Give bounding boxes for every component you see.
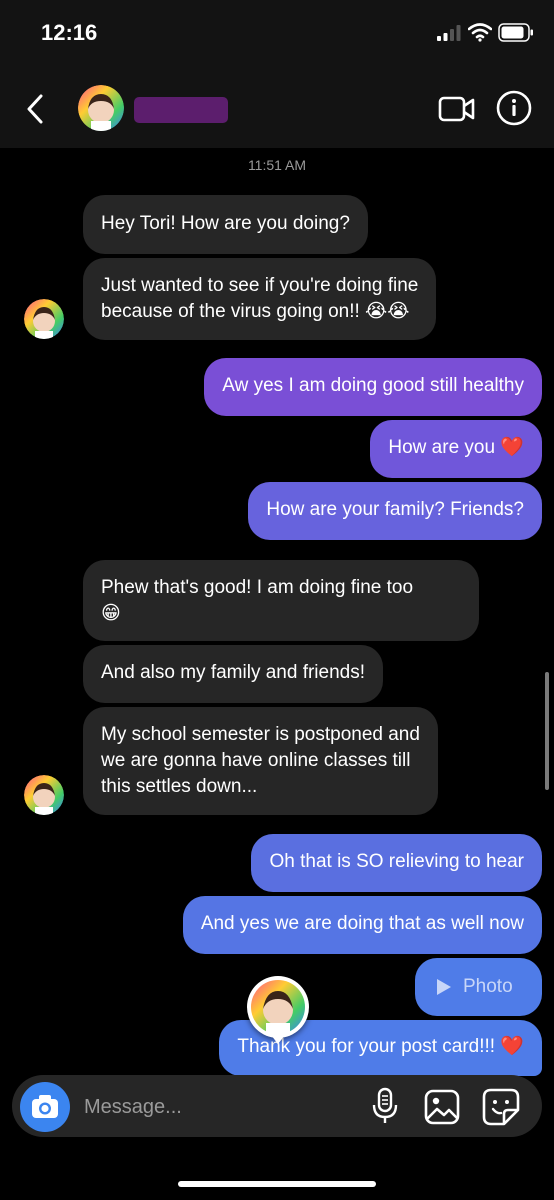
message-text-line: My school semester is postponed and	[101, 724, 420, 745]
avatar-image	[78, 85, 124, 131]
wifi-icon	[468, 23, 492, 42]
message-text: How are you ❤️	[388, 437, 524, 458]
microphone-icon[interactable]	[372, 1087, 398, 1125]
message-text: Hey Tori! How are you doing?	[101, 213, 350, 234]
outgoing-message-bubble[interactable]: How are you ❤️	[370, 420, 542, 478]
photo-label: Photo	[463, 976, 513, 997]
gallery-icon[interactable]	[424, 1089, 460, 1125]
outgoing-message-bubble[interactable]: And yes we are doing that as well now	[182, 896, 542, 954]
message-text: And also my family and friends!	[101, 662, 366, 683]
avatar-image	[251, 980, 305, 1034]
incoming-message-bubble[interactable]: Hey Tori! How are you doing?	[83, 195, 368, 254]
incoming-message-bubble[interactable]: Just wanted to see if you're doing fine …	[83, 258, 437, 340]
outgoing-message-bubble[interactable]: How are your family? Friends?	[248, 482, 542, 540]
sender-avatar[interactable]	[24, 299, 64, 339]
photo-message-bubble[interactable]: Photo	[415, 958, 542, 1016]
seen-avatar	[247, 976, 309, 1044]
message-text: Oh that is SO relieving to hear	[269, 851, 524, 872]
message-text-line: 😁	[101, 603, 121, 624]
camera-button[interactable]	[20, 1082, 70, 1132]
camera-icon	[32, 1095, 58, 1118]
message-text-line: Phew that's good! I am doing fine too	[101, 577, 414, 598]
avatar-image	[24, 299, 64, 339]
outgoing-message-bubble[interactable]: Oh that is SO relieving to hear	[251, 834, 542, 892]
contact-avatar[interactable]	[78, 85, 124, 131]
message-text: Aw yes I am doing good still healthy	[222, 375, 524, 396]
message-input[interactable]	[82, 1083, 356, 1131]
battery-icon	[498, 23, 533, 42]
outgoing-message-bubble[interactable]: Aw yes I am doing good still healthy	[204, 358, 542, 416]
scrollbar[interactable]	[545, 672, 549, 790]
message-text-line: we are gonna have online classes till	[101, 750, 411, 771]
back-arrow-icon[interactable]	[22, 92, 50, 126]
chat-timestamp: 11:51 AM	[247, 157, 307, 173]
video-call-icon[interactable]	[438, 94, 476, 124]
message-text-line: because of the virus going on!! 😭😭	[101, 301, 410, 322]
incoming-message-bubble[interactable]: Phew that's good! I am doing fine too 😁	[83, 560, 479, 641]
message-text: And yes we are doing that as well now	[200, 913, 524, 934]
cellular-signal-icon	[437, 25, 461, 41]
incoming-message-bubble[interactable]: And also my family and friends!	[83, 645, 384, 703]
message-text-line: Just wanted to see if you're doing fine	[101, 275, 419, 296]
avatar-image	[24, 775, 64, 815]
contact-name-redacted[interactable]	[134, 97, 228, 123]
incoming-message-bubble[interactable]: My school semester is postponed and we a…	[83, 707, 438, 815]
play-icon	[437, 979, 451, 995]
chat-header	[0, 70, 554, 148]
message-text-line: this settles down...	[101, 776, 258, 797]
message-text: How are your family? Friends?	[266, 499, 524, 520]
sticker-icon[interactable]	[482, 1088, 520, 1126]
seen-pointer-icon	[271, 1035, 285, 1044]
message-composer	[12, 1075, 542, 1137]
status-time: 12:16	[41, 20, 98, 45]
home-indicator[interactable]	[178, 1181, 376, 1187]
sender-avatar[interactable]	[24, 775, 64, 815]
status-bar: 12:16	[0, 0, 554, 70]
info-icon[interactable]	[496, 90, 532, 126]
